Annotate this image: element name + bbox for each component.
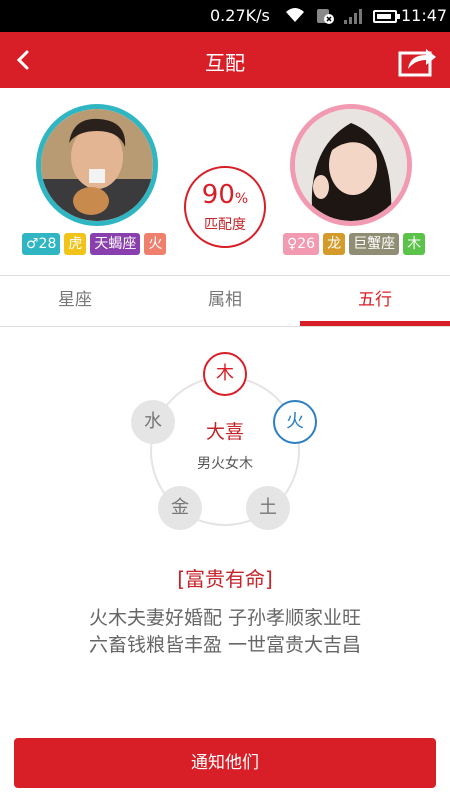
fortune-verse-line-2: 六畜钱粮皆丰盈 一世富贵大吉昌: [88, 634, 362, 656]
male-age-tag: ♂28: [22, 233, 61, 255]
male-photo: [41, 109, 153, 221]
match-label: 匹配度: [204, 217, 246, 233]
notify-them-button[interactable]: 通知他们: [14, 738, 436, 788]
clock: 11:47: [401, 6, 448, 25]
status-bar: 0.27K/s 11:47: [0, 0, 450, 32]
compatibility-result: 大喜: [205, 421, 244, 443]
wifi-icon: [286, 8, 304, 22]
fortune-title: [富贵有命]: [177, 567, 273, 591]
male-element-tag: 火: [144, 233, 167, 255]
male-constellation-tag: 天蝎座: [90, 233, 141, 255]
male-avatar[interactable]: [36, 104, 158, 226]
tab-five-elements[interactable]: 五行: [300, 276, 450, 326]
tab-zodiac-animal[interactable]: 属相: [150, 276, 300, 326]
signal-icon: [344, 9, 362, 24]
female-zodiac-animal-tag: 龙: [323, 233, 346, 255]
compatibility-pair: 男火女木: [197, 456, 253, 472]
battery-icon: [373, 10, 400, 23]
female-element-tag: 木: [403, 233, 426, 255]
female-constellation-tag: 巨蟹座: [349, 233, 400, 255]
element-wood: 木: [203, 352, 247, 396]
male-zodiac-animal-tag: 虎: [64, 233, 87, 255]
female-tags: ♀26 龙 巨蟹座 木: [283, 233, 426, 255]
element-metal: 金: [158, 486, 202, 530]
share-icon[interactable]: [398, 43, 438, 77]
female-age-tag: ♀26: [283, 233, 320, 255]
match-score: 90% 匹配度: [184, 166, 266, 248]
sim-card-icon: [317, 9, 334, 24]
tab-constellation[interactable]: 星座: [0, 276, 150, 326]
female-photo: [295, 109, 407, 221]
male-tags: ♂28 虎 天蝎座 火: [22, 233, 167, 255]
female-avatar[interactable]: [290, 104, 412, 226]
nav-bar: 互配: [0, 32, 450, 88]
match-percent: 90%: [201, 180, 249, 210]
network-speed: 0.27K/s: [210, 6, 270, 25]
fortune-verse-line-1: 火木夫妻好婚配 子孙孝顺家业旺: [88, 607, 362, 629]
tab-bar: 星座 属相 五行: [0, 276, 450, 326]
page-title: 互配: [205, 51, 245, 75]
element-earth: 土: [246, 486, 290, 530]
divider: [0, 326, 450, 327]
